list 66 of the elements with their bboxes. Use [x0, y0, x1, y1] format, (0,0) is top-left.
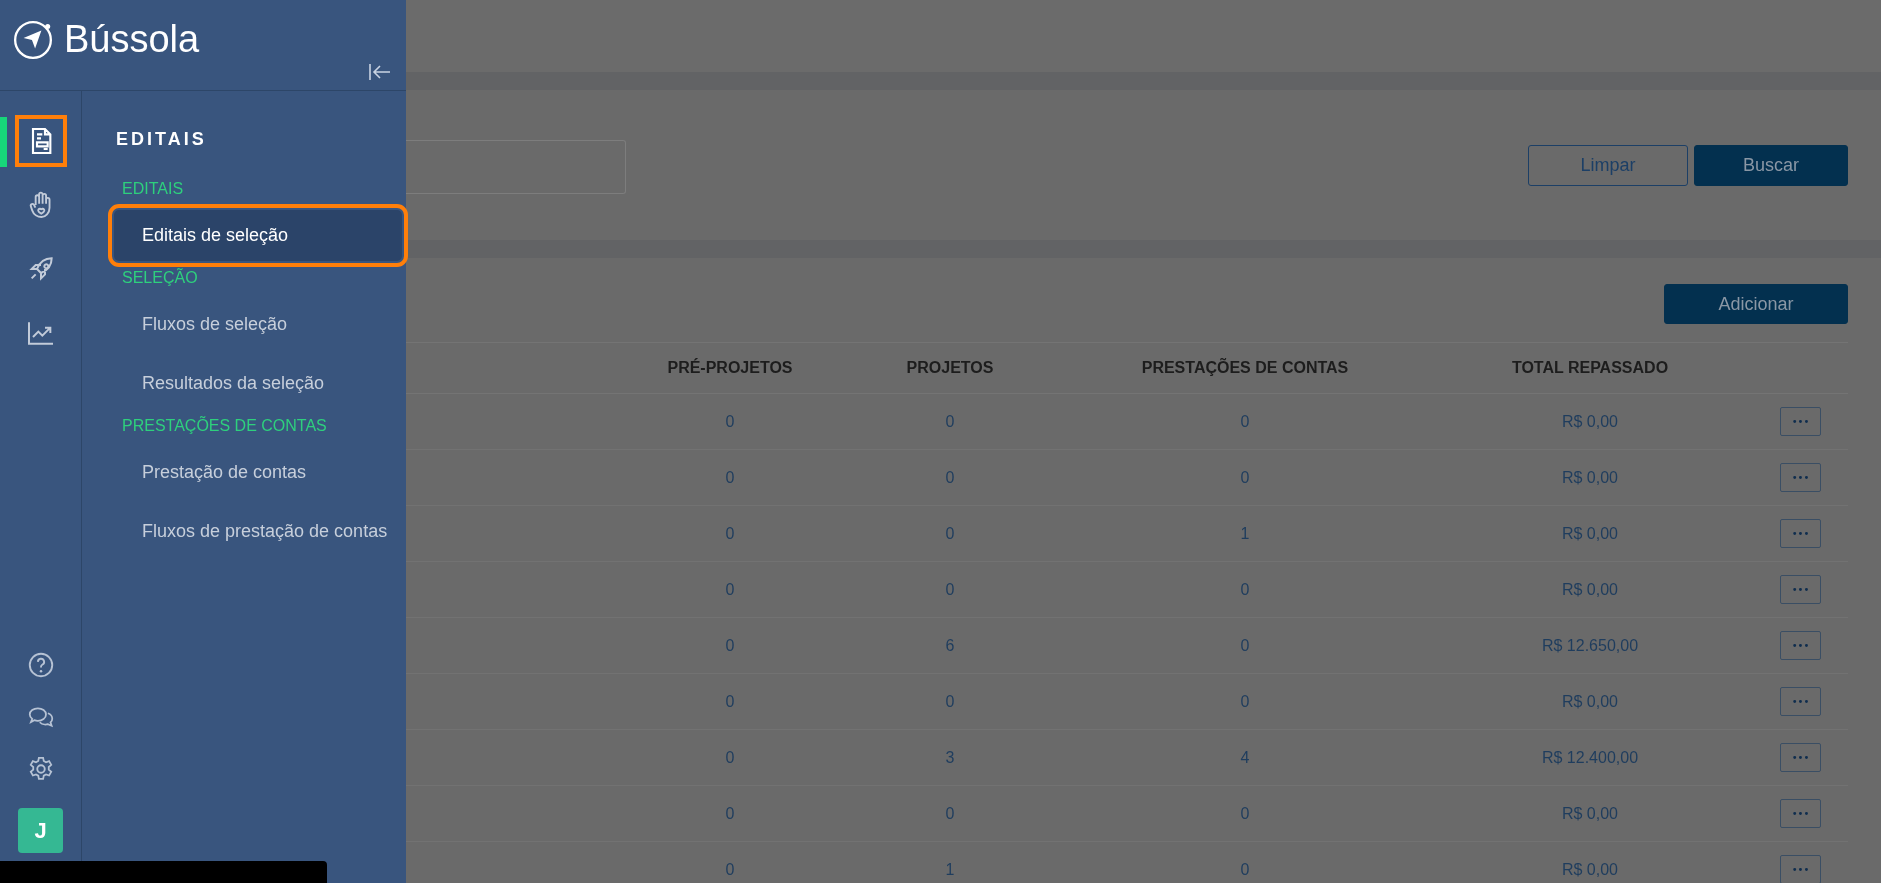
- table-cell: 0: [725, 804, 735, 823]
- filter-field[interactable]: [406, 140, 626, 194]
- column-header: PRÉ-PROJETOS: [667, 359, 793, 377]
- search-button[interactable]: Buscar: [1694, 144, 1848, 186]
- table-cell: 0: [1240, 804, 1250, 823]
- table-cell: 0: [1240, 692, 1250, 711]
- table-cell: 0: [945, 468, 955, 487]
- table-cell: 0: [725, 748, 735, 767]
- table-cell: 1: [1240, 524, 1250, 543]
- app-logo-text: Bússola: [64, 18, 200, 60]
- table-cell: 0: [945, 580, 955, 599]
- column-header: PRESTAÇÕES DE CONTAS: [1141, 359, 1349, 377]
- menu-title: EDITAIS: [116, 129, 208, 150]
- section-heading: EDITAIS: [122, 180, 185, 198]
- table-cell: R$ 0,00: [1561, 580, 1618, 599]
- table-cell: 0: [1240, 580, 1250, 599]
- more-button[interactable]: •••: [1780, 519, 1821, 548]
- compass-logo-icon: [12, 18, 54, 60]
- table-cell: R$ 12.650,00: [1541, 636, 1639, 655]
- more-button[interactable]: •••: [1780, 799, 1821, 828]
- table-cell: 1: [945, 860, 955, 879]
- table-cell: R$ 0,00: [1561, 860, 1618, 879]
- add-button[interactable]: Adicionar: [1664, 284, 1848, 324]
- more-button[interactable]: •••: [1780, 631, 1821, 660]
- table-cell: 0: [1240, 860, 1250, 879]
- table-cell: R$ 0,00: [1561, 468, 1618, 487]
- table-cell: 0: [725, 524, 735, 543]
- more-button[interactable]: •••: [1780, 407, 1821, 436]
- section-heading: PRESTAÇÕES DE CONTAS: [122, 417, 328, 435]
- table-cell: 0: [945, 692, 955, 711]
- table-cell: 0: [725, 580, 735, 599]
- more-button[interactable]: •••: [1780, 855, 1821, 883]
- collapse-icon[interactable]: [368, 62, 392, 82]
- menu-item[interactable]: Fluxos de seleção: [114, 299, 406, 350]
- clear-button[interactable]: Limpar: [1528, 144, 1688, 186]
- table-cell: 4: [1240, 748, 1250, 767]
- section-heading: SELEÇÃO: [122, 269, 199, 287]
- more-button[interactable]: •••: [1780, 687, 1821, 716]
- menu-item[interactable]: Prestação de contas: [114, 447, 406, 498]
- menu-item[interactable]: Resultados da seleção: [114, 358, 406, 409]
- more-button[interactable]: •••: [1780, 575, 1821, 604]
- table-cell: 0: [945, 412, 955, 431]
- column-header: TOTAL REPASSADO: [1511, 359, 1669, 377]
- document-icon[interactable]: [14, 115, 67, 167]
- table-cell: 0: [1240, 636, 1250, 655]
- menu-item[interactable]: Fluxos de prestação de contas: [114, 506, 406, 557]
- user-avatar[interactable]: J: [18, 808, 63, 853]
- table-cell: R$ 0,00: [1561, 692, 1618, 711]
- table-cell: 0: [725, 468, 735, 487]
- table-cell: 6: [945, 636, 955, 655]
- table-cell: 0: [725, 412, 735, 431]
- table-cell: 0: [1240, 468, 1250, 487]
- table-cell: 0: [725, 636, 735, 655]
- table-cell: R$ 0,00: [1561, 412, 1618, 431]
- table-cell: 0: [1240, 412, 1250, 431]
- table-cell: R$ 0,00: [1561, 804, 1618, 823]
- table-cell: 3: [945, 748, 955, 767]
- table-cell: R$ 0,00: [1561, 524, 1618, 543]
- more-button[interactable]: •••: [1780, 743, 1821, 772]
- more-button[interactable]: •••: [1780, 463, 1821, 492]
- column-header: PROJETOS: [906, 359, 994, 377]
- table-cell: 0: [945, 804, 955, 823]
- table-cell: 0: [725, 692, 735, 711]
- table-cell: R$ 12.400,00: [1541, 748, 1639, 767]
- table-cell: 0: [945, 524, 955, 543]
- table-cell: 0: [725, 860, 735, 879]
